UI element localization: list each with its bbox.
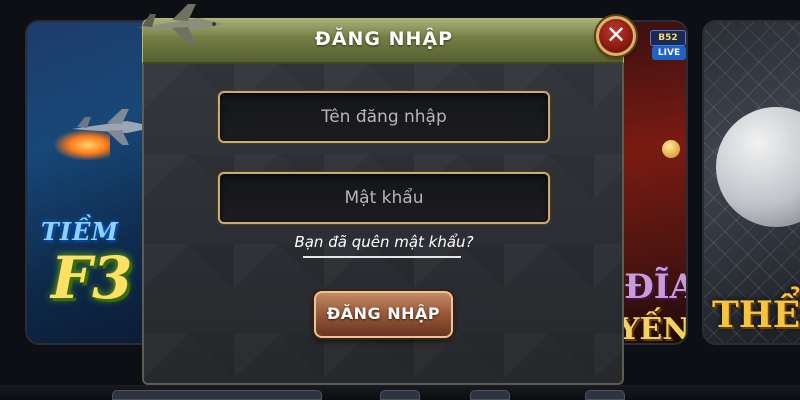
password-input[interactable] xyxy=(220,174,548,222)
bottom-tab[interactable] xyxy=(112,390,322,400)
username-input[interactable] xyxy=(220,93,548,141)
bottom-tab[interactable] xyxy=(470,390,510,400)
link-underline xyxy=(303,256,461,258)
tile-word-bottom: YẾN xyxy=(618,312,688,345)
tile-logo-big: F3 xyxy=(51,244,133,312)
game-tile-sports[interactable]: THỂ xyxy=(702,20,800,345)
live-badge: LIVE xyxy=(652,46,686,60)
password-field[interactable] xyxy=(218,172,550,224)
bottom-tab[interactable] xyxy=(380,390,420,400)
close-button[interactable]: ✕ xyxy=(596,16,636,56)
bottom-tab[interactable] xyxy=(585,390,625,400)
bottom-bar xyxy=(0,385,800,400)
close-icon: ✕ xyxy=(605,21,627,49)
forgot-password-link[interactable]: Bạn đã quên mật khẩu? xyxy=(294,233,474,251)
login-button[interactable]: ĐĂNG NHẬP xyxy=(314,291,453,338)
jet-fire xyxy=(55,130,110,160)
tile-word-top: ĐĨA xyxy=(624,267,686,307)
tile-word: THỂ xyxy=(712,294,800,336)
tile-logo-small: TIỀM xyxy=(41,217,119,246)
username-field[interactable] xyxy=(218,91,550,143)
airplane-icon xyxy=(138,4,224,44)
coin-icon xyxy=(662,140,680,158)
brand-badge: B52 xyxy=(650,30,686,46)
